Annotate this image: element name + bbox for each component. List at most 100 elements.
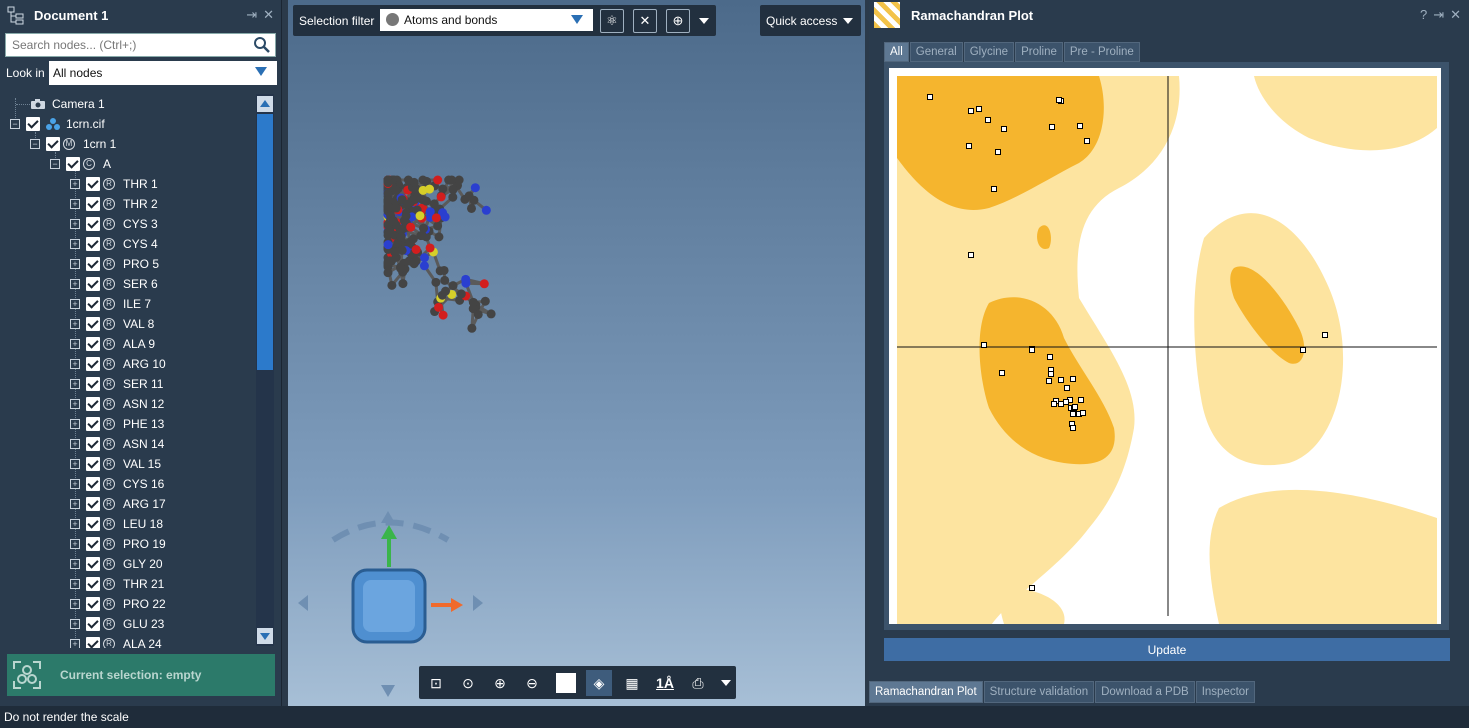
clear-selection-button[interactable]: ✕: [633, 9, 657, 33]
tree-item-residue[interactable]: + R PRO 5: [70, 254, 159, 274]
visibility-checkbox[interactable]: [86, 337, 100, 351]
add-selection-button[interactable]: ⊕: [666, 9, 690, 33]
expand-icon[interactable]: +: [70, 379, 80, 389]
tab-structure-validation[interactable]: Structure validation: [983, 681, 1095, 703]
expand-icon[interactable]: +: [70, 619, 80, 629]
chevron-down-icon[interactable]: [571, 15, 583, 24]
zoom-in-icon[interactable]: ⊕: [487, 670, 513, 696]
tree-item-residue[interactable]: + R GLU 23: [70, 614, 164, 634]
tab-inspector[interactable]: Inspector: [1195, 681, 1255, 703]
selection-filter-select[interactable]: Atoms and bonds: [380, 9, 593, 31]
visibility-checkbox[interactable]: [86, 577, 100, 591]
grid-icon[interactable]: ▦: [619, 670, 645, 696]
search-nodes-input[interactable]: Search nodes... (Ctrl+;): [5, 33, 276, 57]
3d-viewport[interactable]: [288, 0, 865, 706]
tree-item-residue[interactable]: + R ASN 12: [70, 394, 164, 414]
perspective-icon[interactable]: ◈: [586, 670, 612, 696]
lookin-select[interactable]: All nodes: [49, 61, 277, 85]
scroll-down-button[interactable]: [257, 628, 273, 644]
tree-item-residue[interactable]: + R THR 2: [70, 194, 158, 214]
tree-item-residue[interactable]: + R PHE 13: [70, 414, 164, 434]
visibility-checkbox[interactable]: [86, 357, 100, 371]
visibility-checkbox[interactable]: [86, 557, 100, 571]
zoom-fit-icon[interactable]: ⊡: [423, 670, 449, 696]
visibility-checkbox[interactable]: [86, 417, 100, 431]
tree-item-camera[interactable]: Camera 1: [30, 94, 105, 114]
tree-item-residue[interactable]: + R SER 11: [70, 374, 163, 394]
collapse-icon[interactable]: −: [30, 139, 40, 149]
tree-item-residue[interactable]: + R CYS 16: [70, 474, 164, 494]
tab-proline[interactable]: Proline: [1015, 42, 1063, 62]
tree-item-residue[interactable]: + R THR 21: [70, 574, 164, 594]
update-button[interactable]: Update: [884, 638, 1450, 661]
tree-item-residue[interactable]: + R ASN 14: [70, 434, 164, 454]
tree-item-chain[interactable]: − C A: [50, 154, 111, 174]
expand-icon[interactable]: +: [70, 599, 80, 609]
visibility-checkbox[interactable]: [86, 217, 100, 231]
expand-icon[interactable]: +: [70, 419, 80, 429]
scroll-up-button[interactable]: [257, 96, 273, 112]
current-selection-panel[interactable]: Current selection: empty: [7, 654, 275, 696]
expand-icon[interactable]: +: [70, 259, 80, 269]
expand-icon[interactable]: +: [70, 399, 80, 409]
close-icon[interactable]: ✕: [263, 7, 274, 23]
expand-icon[interactable]: +: [70, 579, 80, 589]
visibility-checkbox[interactable]: [86, 617, 100, 631]
visibility-checkbox[interactable]: [26, 117, 40, 131]
tree-item-residue[interactable]: + R PRO 19: [70, 534, 166, 554]
background-icon[interactable]: [553, 670, 579, 696]
expand-icon[interactable]: +: [70, 559, 80, 569]
expand-icon[interactable]: +: [70, 179, 80, 189]
pin-icon[interactable]: ⇥: [1433, 7, 1444, 23]
tree-item-residue[interactable]: + R CYS 4: [70, 234, 158, 254]
expand-icon[interactable]: +: [70, 219, 80, 229]
visibility-checkbox[interactable]: [86, 297, 100, 311]
visibility-checkbox[interactable]: [86, 637, 100, 648]
quick-access-button[interactable]: Quick access: [760, 5, 861, 36]
tree-scrollbar[interactable]: [256, 94, 274, 646]
help-icon[interactable]: ?: [1420, 7, 1427, 23]
expand-icon[interactable]: +: [70, 299, 80, 309]
visibility-checkbox[interactable]: [86, 437, 100, 451]
tree-item-residue[interactable]: + R GLY 20: [70, 554, 163, 574]
more-tools-icon[interactable]: [721, 680, 731, 686]
close-icon[interactable]: ✕: [1450, 7, 1461, 23]
visibility-checkbox[interactable]: [86, 477, 100, 491]
tree-item-residue[interactable]: + R LEU 18: [70, 514, 163, 534]
visibility-checkbox[interactable]: [46, 137, 60, 151]
tree-item-residue[interactable]: + R ALA 24: [70, 634, 162, 648]
tree-item-residue[interactable]: + R VAL 15: [70, 454, 161, 474]
tab-all[interactable]: All: [884, 42, 909, 62]
tree-item-residue[interactable]: + R PRO 22: [70, 594, 166, 614]
collapse-icon[interactable]: −: [50, 159, 60, 169]
tab-ramachandran-plot[interactable]: Ramachandran Plot: [869, 681, 983, 703]
visibility-checkbox[interactable]: [86, 177, 100, 191]
visibility-checkbox[interactable]: [86, 317, 100, 331]
tree-item-residue[interactable]: + R THR 1: [70, 174, 158, 194]
visibility-checkbox[interactable]: [86, 517, 100, 531]
more-options-icon[interactable]: [699, 18, 709, 24]
tree-item-model[interactable]: − M 1crn 1: [30, 134, 116, 154]
tree-item-residue[interactable]: + R ARG 17: [70, 494, 166, 514]
expand-icon[interactable]: +: [70, 519, 80, 529]
tab-glycine[interactable]: Glycine: [963, 42, 1015, 62]
expand-icon[interactable]: +: [70, 199, 80, 209]
visibility-checkbox[interactable]: [86, 257, 100, 271]
visibility-checkbox[interactable]: [86, 197, 100, 211]
expand-icon[interactable]: +: [70, 359, 80, 369]
visibility-checkbox[interactable]: [86, 597, 100, 611]
visibility-checkbox[interactable]: [86, 497, 100, 511]
tab-pre-proline[interactable]: Pre - Proline: [1063, 42, 1140, 62]
tree-item-residue[interactable]: + R ARG 10: [70, 354, 166, 374]
tree-item-residue[interactable]: + R SER 6: [70, 274, 158, 294]
scale-icon[interactable]: 1Å: [652, 670, 678, 696]
search-icon[interactable]: [253, 36, 271, 54]
tree-item-file[interactable]: − 1crn.cif: [10, 114, 105, 134]
visibility-checkbox[interactable]: [86, 377, 100, 391]
expand-icon[interactable]: +: [70, 339, 80, 349]
visibility-checkbox[interactable]: [86, 457, 100, 471]
expand-icon[interactable]: +: [70, 439, 80, 449]
visibility-checkbox[interactable]: [86, 277, 100, 291]
expand-icon[interactable]: +: [70, 499, 80, 509]
tree-item-residue[interactable]: + R ALA 9: [70, 334, 155, 354]
